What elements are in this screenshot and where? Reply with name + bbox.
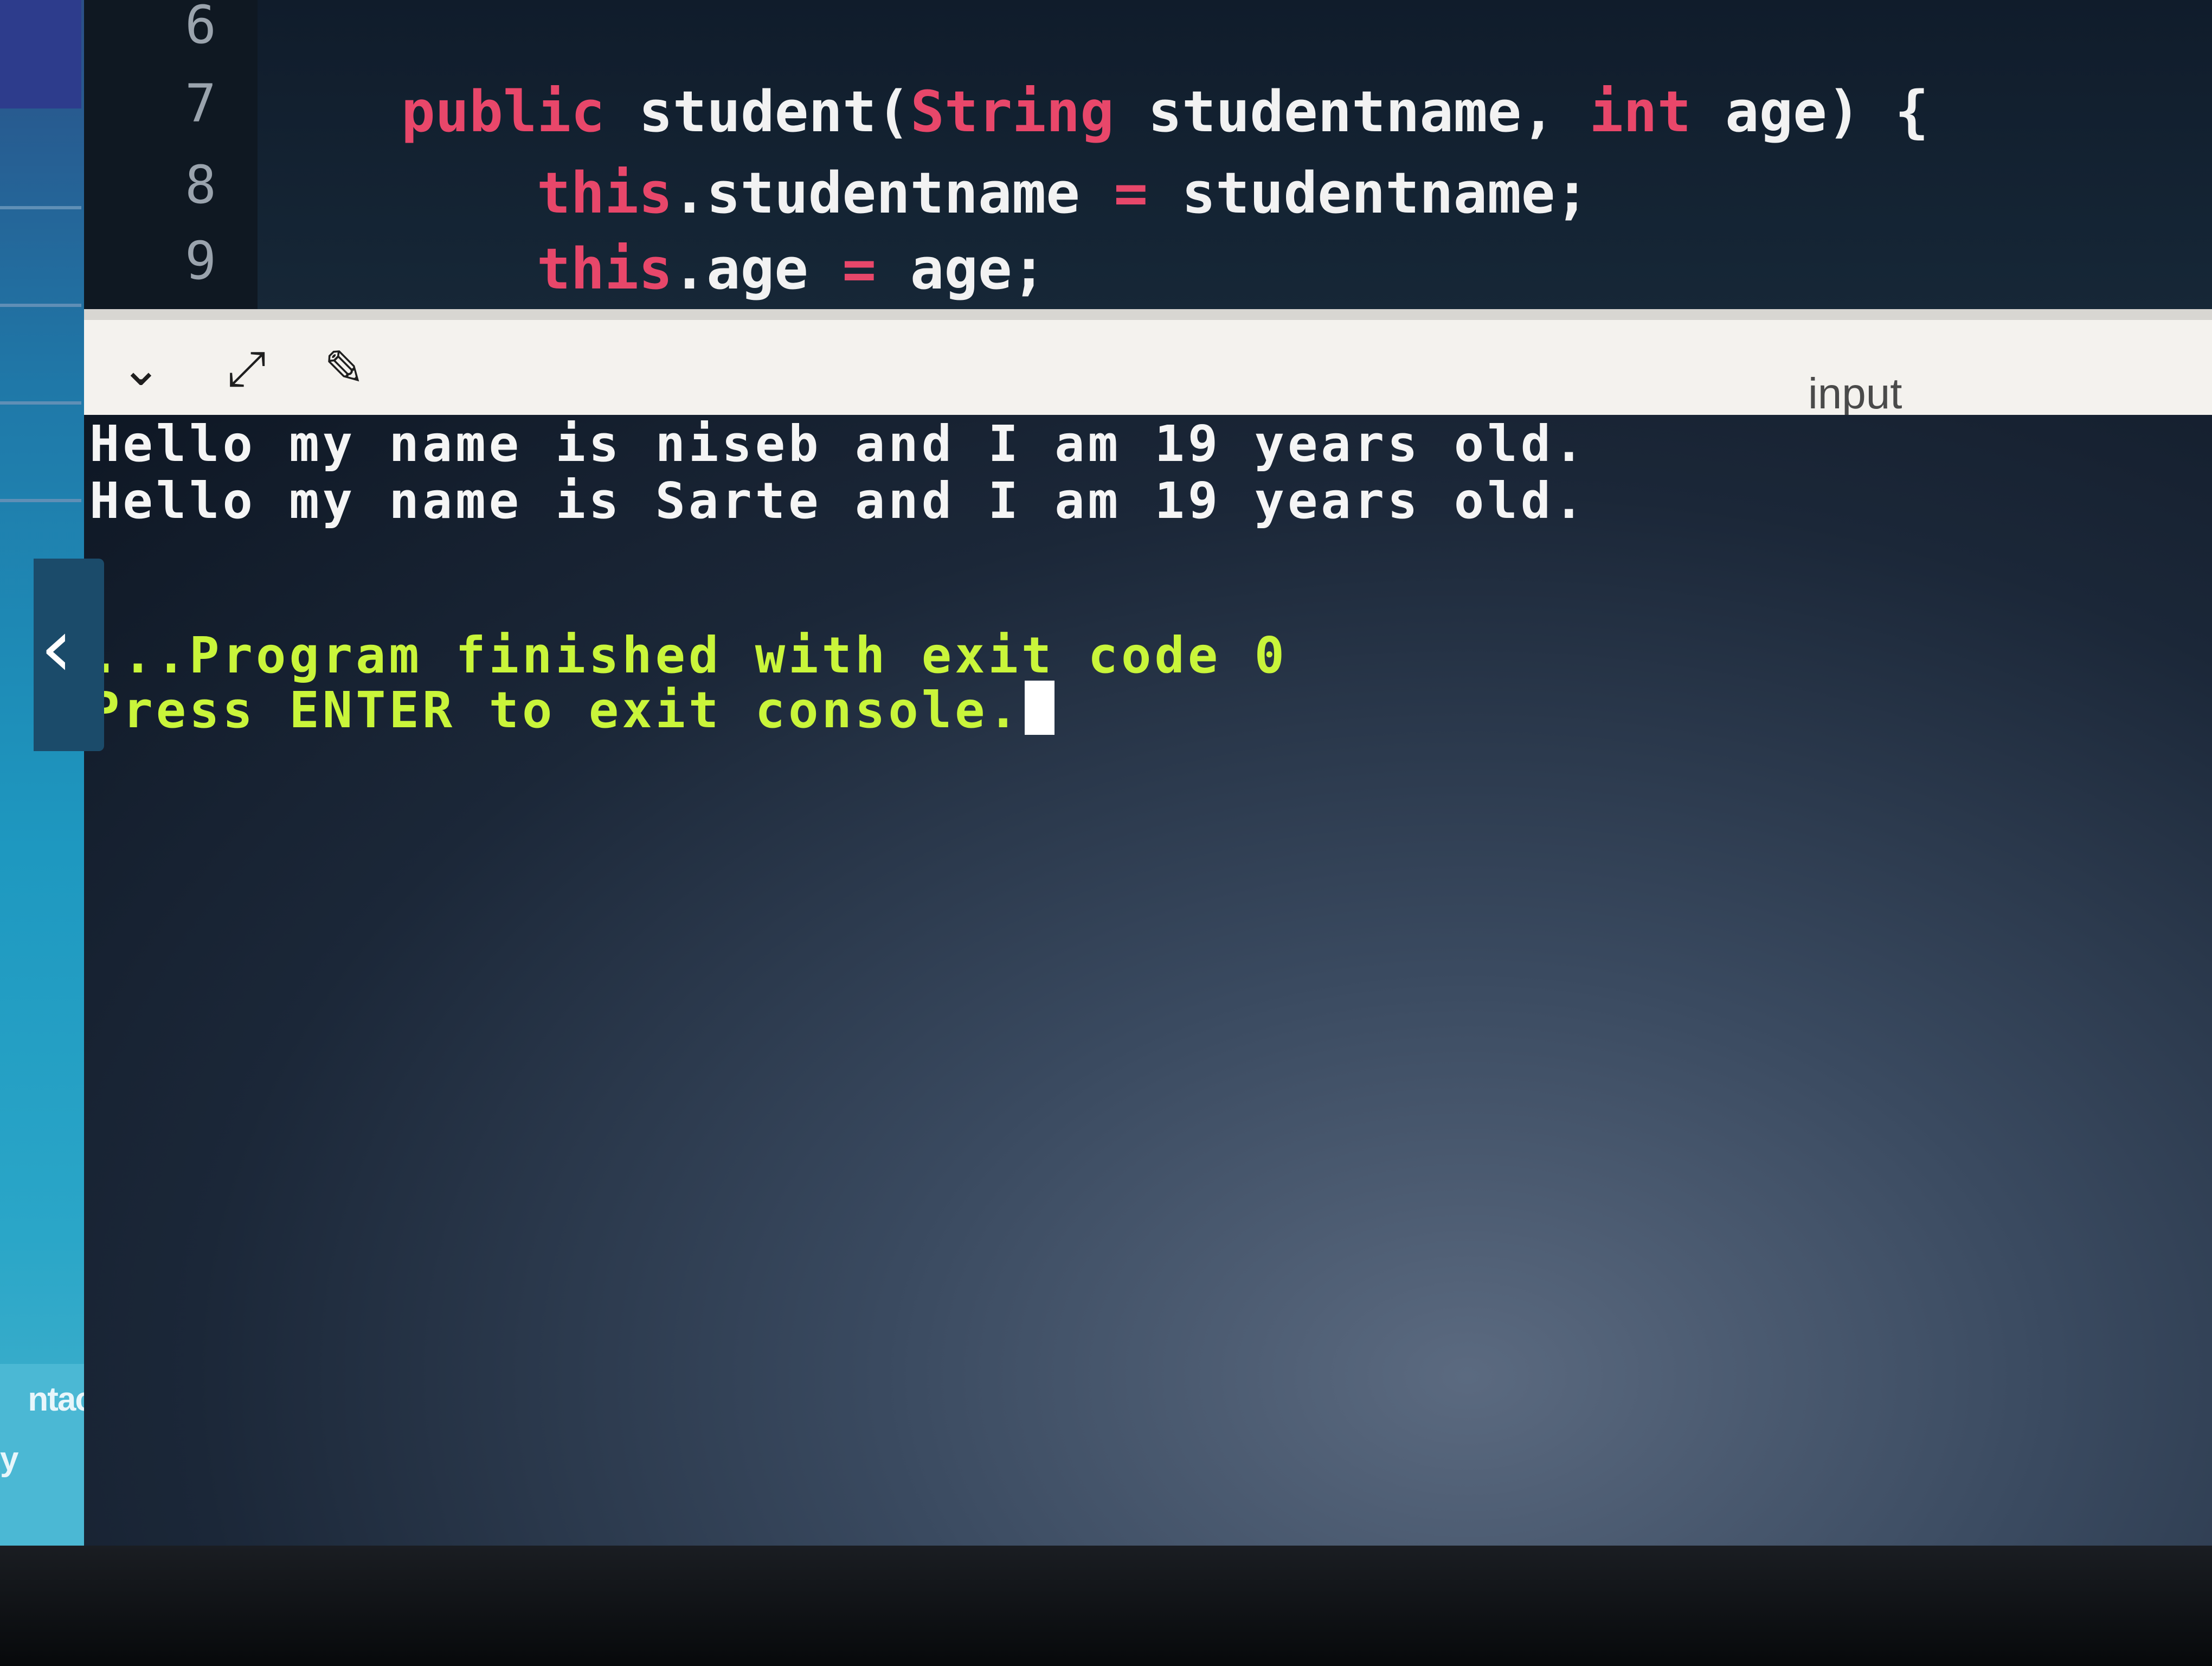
sidebar-divider (0, 206, 81, 209)
chevron-down-icon[interactable]: ⌄ (114, 342, 168, 396)
code-token: .age (672, 236, 843, 302)
code-token: this (537, 160, 673, 226)
text-cursor (1024, 681, 1054, 735)
console-toolbar: ⌄ ⤢ ✎ input (84, 309, 2212, 418)
sidebar-divider (0, 304, 81, 307)
code-token: int (1589, 79, 1692, 145)
line-number: 9 (185, 230, 216, 291)
monitor-bezel (0, 1546, 2212, 1666)
code-token: = (842, 236, 877, 302)
sidebar-footer-link[interactable]: y (0, 1440, 18, 1478)
console-output[interactable]: Hello my name is niseb and I am 19 years… (84, 415, 2212, 1546)
code-token: age; (876, 236, 1046, 302)
input-tab[interactable]: input (1808, 369, 1902, 419)
console-line: Hello my name is Sarte and I am 19 years… (89, 472, 1587, 530)
code-token: String (910, 79, 1114, 145)
chevron-left-icon: ‹ (40, 601, 73, 695)
sidebar-header-block (0, 0, 81, 108)
code-line: public student(String studentname, int a… (401, 79, 1929, 145)
code-editor[interactable] (84, 0, 2212, 309)
sidebar-divider (0, 401, 81, 405)
code-token: = (1114, 160, 1148, 226)
screen: ntact Us y 67public student(String stude… (0, 0, 2212, 1546)
clear-icon[interactable]: ✎ (317, 342, 371, 396)
press-enter-text: Press ENTER to exit console. (89, 681, 1021, 739)
line-number-gutter (84, 0, 258, 309)
collapse-sidebar-button[interactable]: ‹ (34, 559, 104, 751)
code-line: this.age = age; (537, 236, 1046, 302)
line-number: 7 (185, 73, 216, 134)
code-token: age) { (1691, 79, 1929, 145)
code-token: student( (605, 79, 911, 145)
line-number: 6 (185, 0, 216, 55)
code-token: public (401, 79, 605, 145)
code-line: this.studentname = studentname; (537, 160, 1589, 226)
press-enter-message: Press ENTER to exit console. (89, 681, 1054, 739)
code-token: this (537, 236, 673, 302)
expand-icon[interactable]: ⤢ (220, 342, 274, 396)
code-token: .studentname (672, 160, 1114, 226)
code-token: studentname; (1148, 160, 1590, 226)
line-number: 8 (185, 155, 216, 215)
console-line: Hello my name is niseb and I am 19 years… (89, 415, 1587, 473)
program-finished-message: ...Program finished with exit code 0 (89, 626, 1288, 684)
code-token: studentname, (1114, 79, 1590, 145)
sidebar-divider (0, 499, 81, 502)
